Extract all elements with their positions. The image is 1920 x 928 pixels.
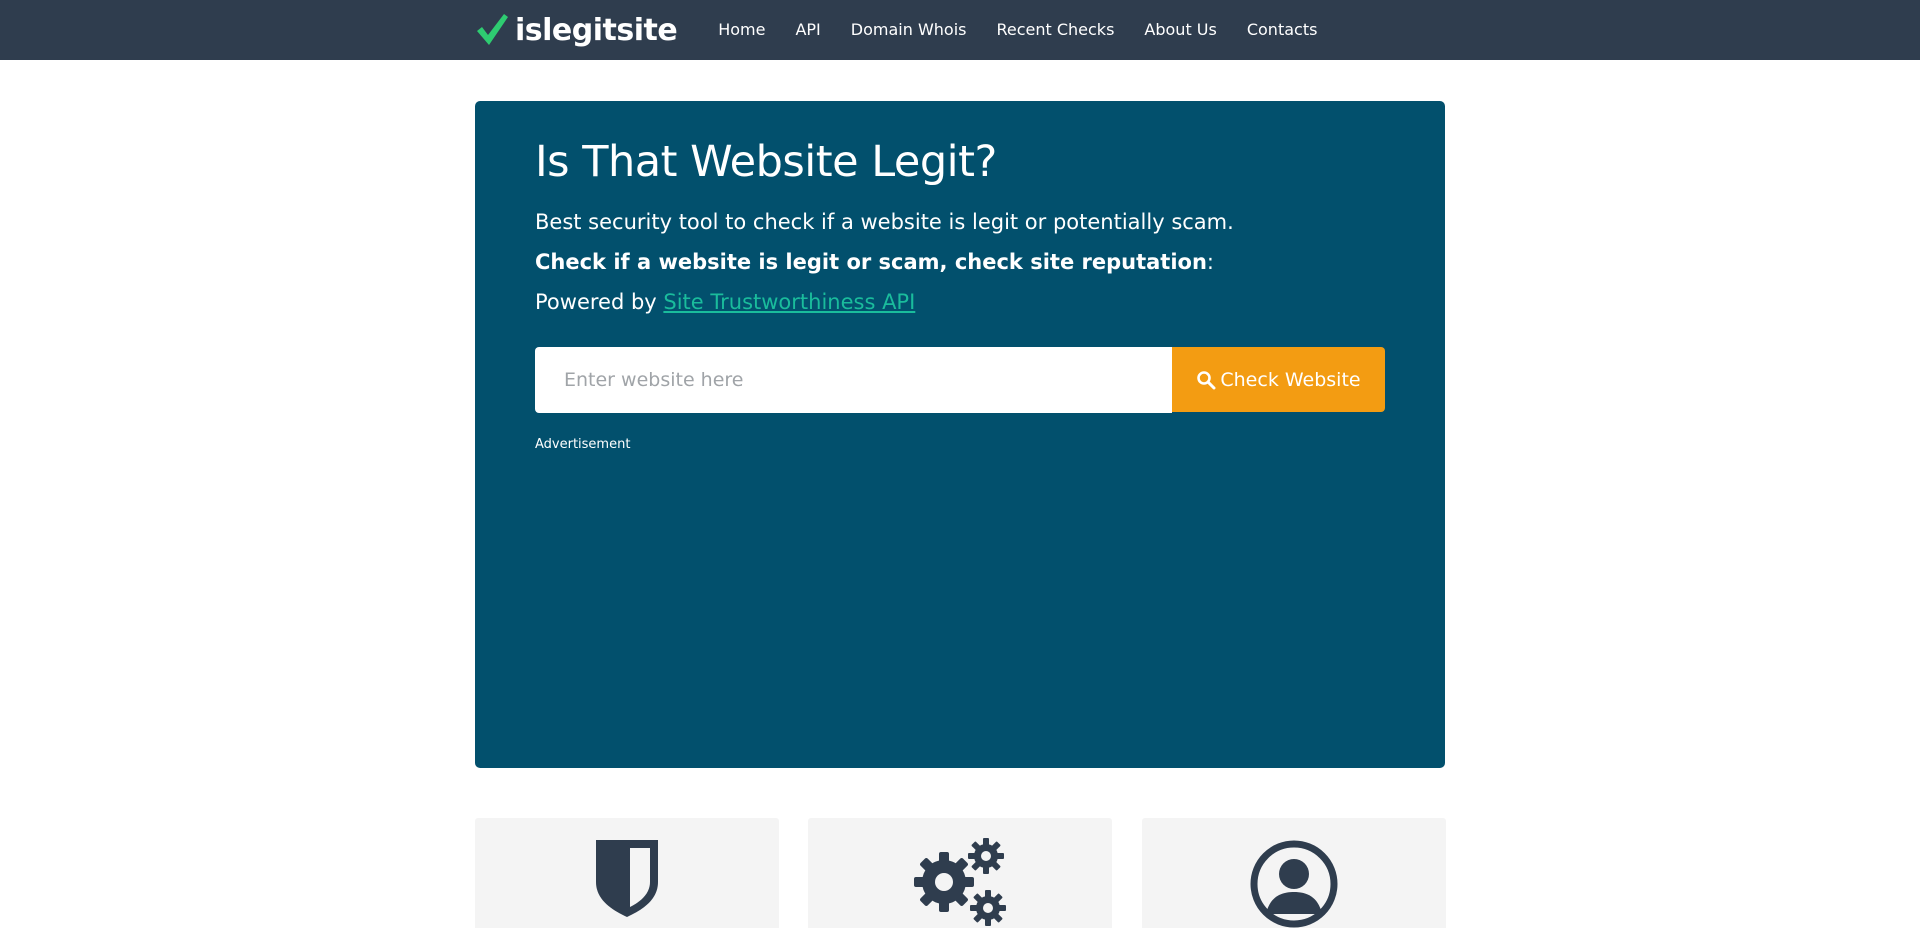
gears-icon (914, 838, 1006, 926)
feature-card-security (475, 818, 779, 928)
powered-by-line: Powered by Site Trustworthiness API (535, 290, 915, 314)
hero-subtitle: Best security tool to check if a website… (535, 210, 1234, 234)
nav-link-home[interactable]: Home (703, 0, 780, 60)
hero-title: Is That Website Legit? (535, 137, 997, 187)
nav-link-api[interactable]: API (780, 0, 835, 60)
website-check-form: Check Website (535, 347, 1385, 413)
feature-card-user (1142, 818, 1446, 928)
user-circle-icon (1250, 840, 1338, 928)
search-icon (1197, 370, 1216, 389)
nav-link-recent-checks[interactable]: Recent Checks (981, 0, 1129, 60)
check-website-label: Check Website (1220, 368, 1361, 391)
hero-tagline-bold: Check if a website is legit or scam, che… (535, 250, 1207, 274)
hero-panel: Is That Website Legit? Best security too… (475, 101, 1445, 768)
nav-menu: Home API Domain Whois Recent Checks Abou… (703, 0, 1332, 60)
hero-tagline-suffix: : (1206, 250, 1214, 274)
brand-name: islegitsite (515, 12, 678, 48)
website-input[interactable] (535, 347, 1172, 413)
check-website-button[interactable]: Check Website (1172, 347, 1385, 412)
powered-by-prefix: Powered by (535, 290, 664, 314)
shield-icon (596, 840, 658, 917)
advertisement-label: Advertisement (535, 437, 631, 452)
feature-card-gears (808, 818, 1112, 928)
site-trustworthiness-api-link[interactable]: Site Trustworthiness API (663, 290, 915, 314)
hero-tagline: Check if a website is legit or scam, che… (535, 250, 1214, 274)
brand-logo-link[interactable]: islegitsite (475, 12, 678, 48)
checkmark-icon (477, 14, 508, 45)
nav-link-domain-whois[interactable]: Domain Whois (836, 0, 982, 60)
top-navbar: islegitsite Home API Domain Whois Recent… (0, 0, 1920, 60)
nav-link-about-us[interactable]: About Us (1129, 0, 1231, 60)
nav-link-contacts[interactable]: Contacts (1232, 0, 1333, 60)
navbar-inner: islegitsite Home API Domain Whois Recent… (475, 0, 1332, 60)
